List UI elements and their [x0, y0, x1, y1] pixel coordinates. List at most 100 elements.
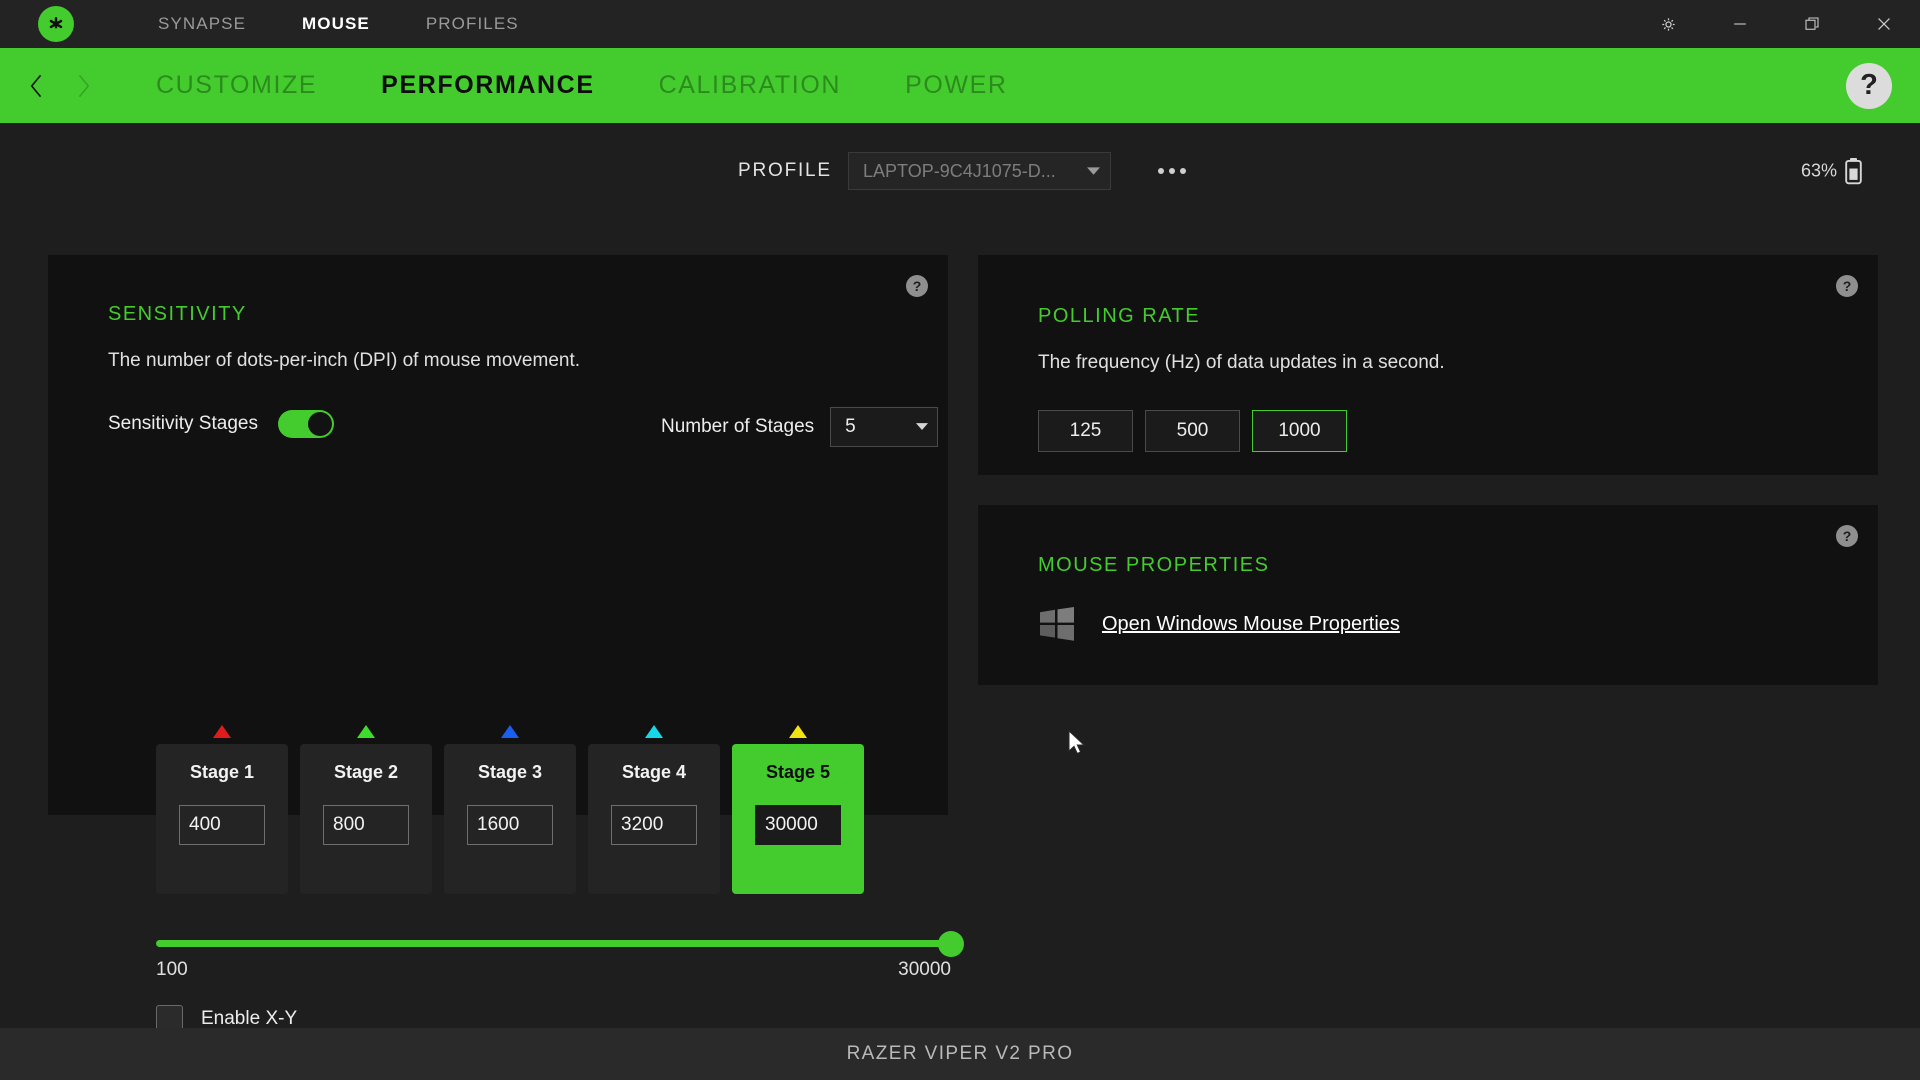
minimize-button[interactable] — [1704, 0, 1776, 48]
toggle-knob — [308, 412, 332, 436]
top-tab-mouse[interactable]: MOUSE — [274, 0, 398, 48]
settings-gear-button[interactable] — [1632, 0, 1704, 48]
sensitivity-title: SENSITIVITY — [108, 303, 247, 326]
stage-marker-triangle — [213, 725, 231, 738]
sensitivity-panel: ? SENSITIVITY The number of dots-per-inc… — [48, 255, 948, 815]
polling-rate-option-500[interactable]: 500 — [1145, 410, 1240, 452]
titlebar: SYNAPSE MOUSE PROFILES — [0, 0, 1920, 48]
restore-button[interactable] — [1776, 0, 1848, 48]
nav-tab-customize[interactable]: CUSTOMIZE — [124, 48, 349, 123]
razer-snake-glyph — [45, 13, 67, 35]
enable-xy-label: Enable X-Y — [201, 1008, 297, 1030]
profile-bar: PROFILE LAPTOP-9C4J1075-D... 63% — [0, 123, 1920, 219]
mouse-properties-help-icon[interactable]: ? — [1836, 525, 1858, 547]
nav-forward-button[interactable] — [60, 48, 106, 123]
battery-indicator: 63% — [1801, 158, 1862, 185]
footer: RAZER VIPER V2 PRO — [0, 1028, 1920, 1080]
sensitivity-help-icon[interactable]: ? — [906, 275, 928, 297]
ellipsis-icon — [1158, 168, 1164, 174]
sensitivity-slider[interactable]: 100 30000 — [156, 940, 951, 981]
stage-item: Stage 5 — [732, 725, 864, 894]
profile-label: PROFILE — [738, 160, 832, 182]
window-controls — [1632, 0, 1920, 48]
stage-marker-triangle — [501, 725, 519, 738]
profile-more-button[interactable] — [1150, 160, 1194, 182]
slider-track[interactable] — [156, 940, 951, 947]
stage-marker-triangle — [357, 725, 375, 738]
chevron-down-icon — [907, 423, 937, 431]
stage-item: Stage 2 — [300, 725, 432, 894]
slider-thumb[interactable] — [938, 931, 964, 957]
sensitivity-stages-row: Sensitivity Stages — [108, 410, 334, 438]
number-of-stages-value: 5 — [831, 416, 907, 438]
polling-rate-title: POLLING RATE — [1038, 305, 1200, 328]
chevron-left-icon — [26, 71, 48, 101]
polling-rate-option-125[interactable]: 125 — [1038, 410, 1133, 452]
close-icon — [1874, 14, 1894, 34]
stage-dpi-input-5[interactable] — [755, 805, 841, 845]
polling-rate-panel: ? POLLING RATE The frequency (Hz) of dat… — [978, 255, 1878, 475]
number-of-stages-row: Number of Stages 5 — [661, 407, 938, 447]
open-windows-mouse-properties-link[interactable]: Open Windows Mouse Properties — [1102, 613, 1400, 636]
nav-tab-performance[interactable]: PERFORMANCE — [349, 48, 626, 123]
sensitivity-stages-list: Stage 1 Stage 2 Stage 3 Stage 4 — [156, 725, 864, 894]
sensitivity-description: The number of dots-per-inch (DPI) of mou… — [108, 350, 580, 372]
stage-label: Stage 3 — [478, 762, 542, 783]
slider-max-label: 30000 — [898, 959, 951, 981]
mouse-properties-link-row: Open Windows Mouse Properties — [1038, 605, 1400, 643]
slider-min-label: 100 — [156, 959, 188, 981]
cursor-arrow-icon — [1068, 730, 1088, 758]
stage-label: Stage 2 — [334, 762, 398, 783]
profile-dropdown-value: LAPTOP-9C4J1075-D... — [849, 161, 1076, 182]
stage-label: Stage 1 — [190, 762, 254, 783]
stage-label: Stage 4 — [622, 762, 686, 783]
top-tab-synapse[interactable]: SYNAPSE — [130, 0, 274, 48]
stage-card-1[interactable]: Stage 1 — [156, 744, 288, 894]
stage-marker-triangle — [789, 725, 807, 738]
stage-marker-triangle — [645, 725, 663, 738]
mouse-properties-panel: ? MOUSE PROPERTIES Open Windows Mouse Pr… — [978, 505, 1878, 685]
battery-icon — [1845, 158, 1862, 185]
stage-card-5[interactable]: Stage 5 — [732, 744, 864, 894]
profile-dropdown[interactable]: LAPTOP-9C4J1075-D... — [848, 152, 1111, 190]
polling-rate-help-icon[interactable]: ? — [1836, 275, 1858, 297]
polling-rate-description: The frequency (Hz) of data updates in a … — [1038, 352, 1445, 374]
chevron-right-icon — [72, 71, 94, 101]
stage-item: Stage 4 — [588, 725, 720, 894]
sensitivity-stages-label: Sensitivity Stages — [108, 413, 258, 435]
stage-dpi-input-1[interactable] — [179, 805, 265, 845]
stage-dpi-input-4[interactable] — [611, 805, 697, 845]
section-nav: CUSTOMIZE PERFORMANCE CALIBRATION POWER … — [0, 48, 1920, 123]
restore-icon — [1803, 15, 1821, 33]
stage-label: Stage 5 — [766, 762, 830, 783]
chevron-down-icon — [1076, 167, 1110, 176]
slider-range-labels: 100 30000 — [156, 959, 951, 981]
stage-dpi-input-3[interactable] — [467, 805, 553, 845]
minimize-icon — [1730, 14, 1750, 34]
razer-logo-icon — [38, 6, 74, 42]
device-name: RAZER VIPER V2 PRO — [847, 1043, 1074, 1065]
nav-tab-power[interactable]: POWER — [873, 48, 1039, 123]
sensitivity-stages-toggle[interactable] — [278, 410, 334, 438]
nav-back-button[interactable] — [14, 48, 60, 123]
stage-item: Stage 3 — [444, 725, 576, 894]
polling-rate-option-1000[interactable]: 1000 — [1252, 410, 1347, 452]
stage-card-3[interactable]: Stage 3 — [444, 744, 576, 894]
stage-card-2[interactable]: Stage 2 — [300, 744, 432, 894]
polling-rate-options: 125 500 1000 — [1038, 410, 1347, 452]
nav-tab-calibration[interactable]: CALIBRATION — [627, 48, 873, 123]
nav-tab-list: CUSTOMIZE PERFORMANCE CALIBRATION POWER — [124, 48, 1040, 123]
stage-card-4[interactable]: Stage 4 — [588, 744, 720, 894]
help-button[interactable]: ? — [1846, 63, 1892, 109]
razer-logo[interactable] — [36, 5, 76, 43]
titlebar-tabs: SYNAPSE MOUSE PROFILES — [130, 0, 547, 48]
number-of-stages-label: Number of Stages — [661, 416, 814, 438]
mouse-properties-title: MOUSE PROPERTIES — [1038, 554, 1269, 577]
windows-logo-icon — [1038, 605, 1076, 643]
top-tab-profiles[interactable]: PROFILES — [398, 0, 547, 48]
close-button[interactable] — [1848, 0, 1920, 48]
stage-item: Stage 1 — [156, 725, 288, 894]
stage-dpi-input-2[interactable] — [323, 805, 409, 845]
number-of-stages-dropdown[interactable]: 5 — [830, 407, 938, 447]
mouse-cursor — [1068, 730, 1088, 763]
